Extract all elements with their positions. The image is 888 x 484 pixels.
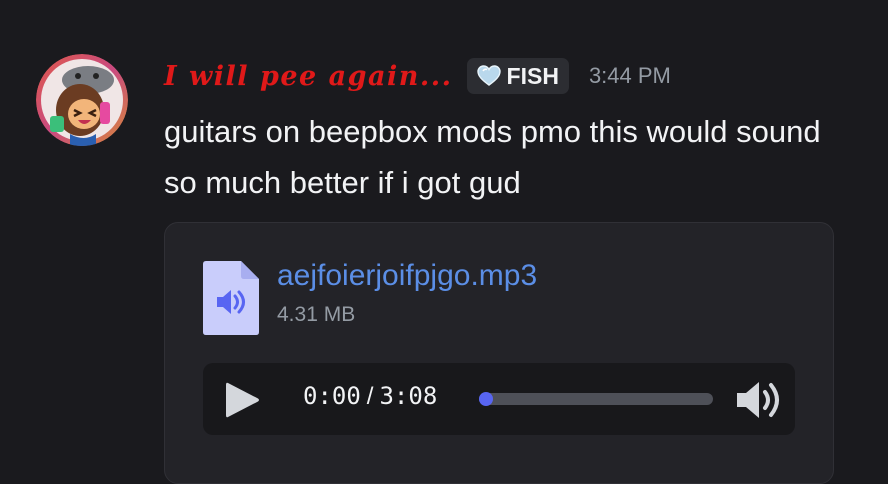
message-content: guitars on beepbox mods pmo this would s… bbox=[164, 114, 821, 200]
username[interactable]: I will pee again... bbox=[164, 61, 453, 92]
audio-player: 0:00/3:08 bbox=[203, 363, 795, 435]
current-time: 0:00 bbox=[303, 382, 361, 410]
audio-attachment: aejfoierjoifpjgo.mp3 4.31 MB 0:00/3:08 bbox=[164, 222, 834, 484]
server-tag[interactable]: FISH bbox=[466, 58, 569, 94]
avatar-icon bbox=[36, 54, 128, 146]
file-name-link[interactable]: aejfoierjoifpjgo.mp3 bbox=[277, 259, 537, 293]
progress-bar[interactable] bbox=[479, 392, 713, 406]
timestamp[interactable]: 3:44 PM bbox=[589, 63, 671, 89]
volume-icon[interactable] bbox=[735, 379, 783, 421]
tag-label: FISH bbox=[506, 62, 559, 89]
progress-knob[interactable] bbox=[479, 392, 493, 406]
play-icon[interactable] bbox=[223, 381, 261, 419]
duration: 3:08 bbox=[379, 382, 438, 410]
playback-time: 0:00/3:08 bbox=[303, 382, 437, 411]
heart-icon bbox=[476, 65, 501, 86]
audio-file-icon bbox=[203, 261, 259, 335]
message-header: I will pee again... FISH 3:44 PM bbox=[164, 56, 671, 96]
chat-message: I will pee again... FISH 3:44 PM guitars… bbox=[0, 0, 888, 484]
avatar[interactable] bbox=[36, 54, 128, 146]
file-size: 4.31 MB bbox=[277, 303, 356, 326]
time-separator: / bbox=[366, 383, 374, 410]
